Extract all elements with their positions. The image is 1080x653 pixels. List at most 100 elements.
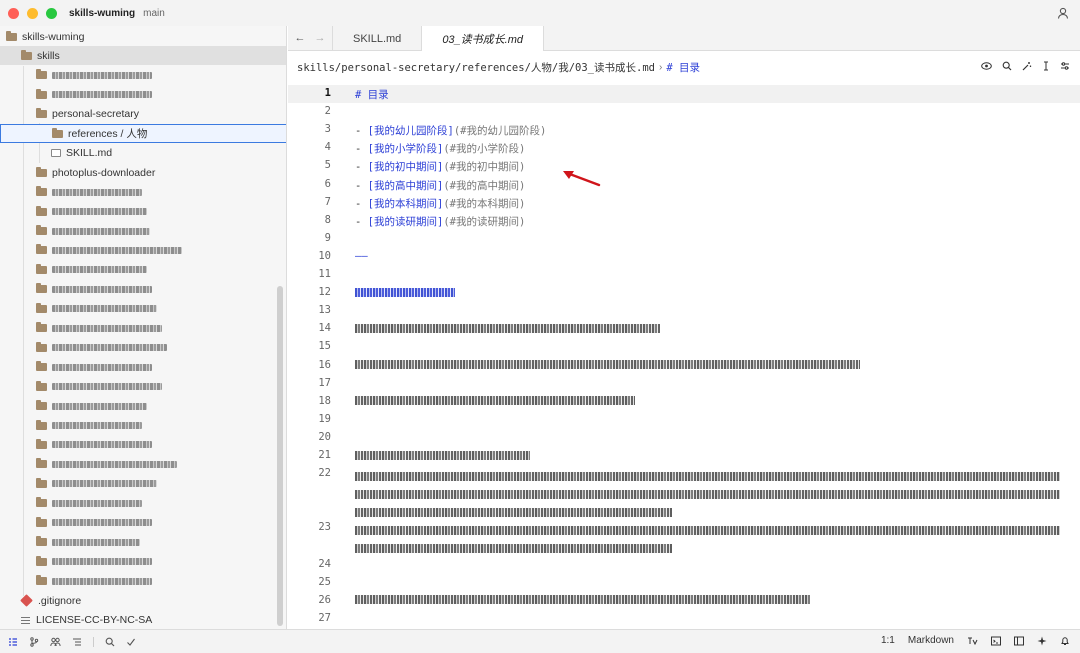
language-mode[interactable]: Markdown [908,635,954,646]
file-tree-folder[interactable]: skills-wuming [0,27,286,46]
title-bar: skills-wuming main [0,0,1080,26]
forward-button[interactable]: → [315,32,326,44]
files-icon[interactable] [8,637,18,647]
file-tree-folder[interactable] [0,494,286,513]
file-tree-folder[interactable]: photoplus-downloader [0,163,286,182]
text-cursor-icon[interactable] [1042,61,1050,71]
folder-icon [36,166,47,177]
redacted-text [355,489,1060,499]
minimize-window-button[interactable] [27,7,38,19]
file-tree-folder[interactable] [0,319,286,338]
encoding-icon[interactable] [967,636,978,646]
folder-icon [36,302,47,313]
code-line[interactable] [355,359,860,371]
toc-link-text[interactable]: [我的本科期间] [368,198,444,210]
code-editor[interactable]: 1 # 目录 2 3- [我的幼儿园阶段](#我的幼儿园阶段) 4- [我的小学阶段](… [288,83,1080,629]
checkmark-icon[interactable] [126,637,136,647]
code-line[interactable] [355,594,810,606]
file-tree-folder[interactable] [0,552,286,571]
file-tree-file[interactable]: LICENSE-CC-BY-NC-SA [0,611,286,630]
file-tree-folder[interactable] [0,397,286,416]
file-tree-folder[interactable] [0,260,286,279]
folder-icon [36,536,47,547]
file-tree-file[interactable]: .gitignore [0,591,286,610]
folder-icon [36,458,47,469]
file-tree-folder[interactable] [0,222,286,241]
file-tree-folder[interactable] [0,241,286,260]
folder-icon [36,361,47,372]
code-line[interactable]: —— [355,250,368,262]
file-tree-folder[interactable] [0,358,286,377]
user-icon[interactable] [1056,6,1070,20]
zoom-window-button[interactable] [46,7,57,19]
file-tree-label: SKILL.md [66,147,113,160]
breadcrumb: skills/personal-secretary/references/人物/… [288,51,1080,83]
toc-link-text[interactable]: [我的高中期间] [368,180,444,192]
terminal-icon[interactable] [991,636,1001,646]
cursor-position[interactable]: 1:1 [881,635,895,646]
redacted-folder-name [52,91,152,99]
folder-icon [36,555,47,566]
redacted-folder-name [52,577,152,585]
code-line[interactable]: - [我的幼儿园阶段](#我的幼儿园阶段) [355,123,546,138]
magic-wand-icon[interactable] [1022,61,1032,71]
code-line[interactable] [355,449,530,461]
code-line[interactable] [355,467,1060,521]
search-icon[interactable] [105,637,115,647]
file-tree-folder[interactable] [0,183,286,202]
code-line[interactable]: - [我的读研期间](#我的读研期间) [355,214,525,229]
file-tree-folder[interactable] [0,202,286,221]
code-line[interactable] [355,521,1060,557]
file-tree-file[interactable]: SKILL.md [0,144,286,163]
file-tree-folder[interactable] [0,513,286,532]
sidebar-toggle-icon[interactable] [1014,636,1024,646]
file-tree-folder[interactable]: references / 人物 [0,124,286,144]
notification-bell-icon[interactable] [1060,636,1070,646]
file-tree-folder[interactable] [0,416,286,435]
preview-eye-icon[interactable] [981,61,992,71]
file-tree-folder[interactable] [0,533,286,552]
code-line[interactable]: - [我的初中期间](#我的初中期间) [355,159,525,174]
file-tree-folder[interactable] [0,572,286,591]
git-branch-icon[interactable] [29,636,39,647]
code-line[interactable]: - [我的小学阶段](#我的小学阶段) [355,141,525,156]
folder-icon [36,516,47,527]
file-tree-folder[interactable] [0,85,286,104]
search-icon[interactable] [1002,61,1012,71]
code-line[interactable]: - [我的本科期间](#我的本科期间) [355,196,525,211]
line-number: 17 [318,376,331,389]
breadcrumb-path[interactable]: skills/personal-secretary/references/人物/… [297,60,655,75]
file-tree-folder[interactable] [0,455,286,474]
file-tree-folder[interactable]: personal-secretary [0,105,286,124]
tab-skill-md[interactable]: SKILL.md [333,26,423,51]
file-tree-folder[interactable] [0,66,286,85]
collaborators-icon[interactable] [50,637,61,647]
status-left-tools [8,636,136,647]
assistant-sparkle-icon[interactable] [1037,636,1047,646]
file-tree-folder[interactable] [0,299,286,318]
settings-sliders-icon[interactable] [1060,61,1070,71]
file-tree-folder[interactable]: skills [0,46,286,66]
file-tree-folder[interactable] [0,435,286,454]
code-line[interactable]: - [我的高中期间](#我的高中期间) [355,178,525,193]
tab-reading-growth[interactable]: 03_读书成长.md [422,26,545,52]
file-tree-folder[interactable] [0,474,286,493]
repo-name[interactable]: skills-wuming [69,8,135,19]
file-tree-folder[interactable] [0,280,286,299]
code-line[interactable] [355,395,635,407]
line-number: 22 [318,467,331,480]
branch-name[interactable]: main [143,8,165,19]
toc-link-text[interactable]: [我的初中期间] [368,161,444,173]
toc-link-text[interactable]: [我的读研期间] [368,216,444,228]
code-line[interactable]: # 目录 [355,87,389,102]
file-tree-folder[interactable] [0,338,286,357]
breadcrumb-heading[interactable]: # 目录 [666,60,700,75]
file-tree-folder[interactable] [0,377,286,396]
toc-link-text[interactable]: [我的小学阶段] [368,143,444,155]
close-window-button[interactable] [8,7,19,19]
toc-link-text[interactable]: [我的幼儿园阶段] [368,125,454,137]
back-button[interactable]: ← [295,32,306,44]
code-line[interactable] [355,322,660,334]
outline-icon[interactable] [72,637,82,647]
code-line[interactable] [355,286,455,298]
